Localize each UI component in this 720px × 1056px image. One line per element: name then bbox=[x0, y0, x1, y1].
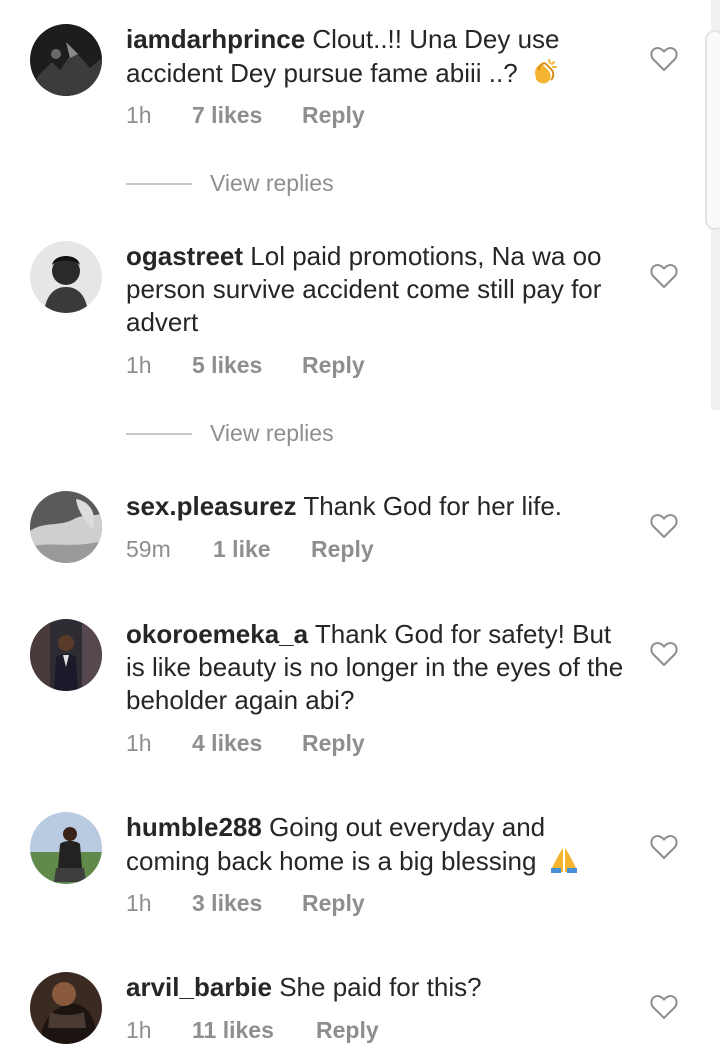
likes-count[interactable]: 4 likes bbox=[192, 730, 262, 757]
avatar[interactable] bbox=[30, 241, 102, 313]
clapping-hands-emoji-icon bbox=[529, 56, 559, 94]
comment-username[interactable]: iamdarhprince bbox=[126, 24, 305, 54]
comment-time: 1h bbox=[126, 102, 152, 128]
comment-meta: 1h 7 likes Reply bbox=[126, 102, 526, 132]
avatar[interactable] bbox=[30, 24, 102, 96]
avatar[interactable] bbox=[30, 619, 102, 691]
view-replies-button[interactable]: View replies bbox=[126, 170, 426, 200]
reply-button[interactable]: Reply bbox=[302, 890, 365, 917]
view-replies-divider bbox=[126, 183, 192, 185]
view-replies-label: View replies bbox=[210, 420, 334, 446]
comment-time: 1h bbox=[126, 352, 152, 378]
like-heart-icon[interactable] bbox=[650, 994, 678, 1020]
comment-item: iamdarhprince Clout..!! Una Dey use acci… bbox=[0, 0, 720, 210]
comment-meta: 59m 1 like Reply bbox=[126, 536, 526, 566]
likes-count[interactable]: 7 likes bbox=[192, 102, 262, 129]
like-heart-icon[interactable] bbox=[650, 46, 678, 72]
like-heart-icon[interactable] bbox=[650, 513, 678, 539]
comment-text: sex.pleasurez Thank God for her life. bbox=[126, 490, 626, 523]
reply-button[interactable]: Reply bbox=[316, 1017, 379, 1044]
like-heart-icon[interactable] bbox=[650, 834, 678, 860]
comment-time: 1h bbox=[126, 730, 152, 756]
comment-meta: 1h 5 likes Reply bbox=[126, 352, 526, 382]
comment-body: Thank God for her life. bbox=[303, 491, 563, 521]
view-replies-button[interactable]: View replies bbox=[126, 420, 426, 450]
folded-hands-emoji-icon bbox=[548, 844, 580, 882]
comment-text: okoroemeka_a Thank God for safety! But i… bbox=[126, 618, 626, 717]
comment-meta: 1h 4 likes Reply bbox=[126, 730, 526, 760]
reply-button[interactable]: Reply bbox=[302, 102, 365, 129]
view-replies-label: View replies bbox=[210, 170, 334, 196]
comment-username[interactable]: ogastreet bbox=[126, 241, 243, 271]
scrollbar-thumb[interactable] bbox=[705, 30, 720, 230]
avatar[interactable] bbox=[30, 812, 102, 884]
comment-username[interactable]: arvil_barbie bbox=[126, 972, 272, 1002]
comment-text: arvil_barbie She paid for this? bbox=[126, 971, 626, 1004]
comment-body: She paid for this? bbox=[279, 972, 482, 1002]
like-heart-icon[interactable] bbox=[650, 641, 678, 667]
reply-button[interactable]: Reply bbox=[311, 536, 374, 563]
avatar[interactable] bbox=[30, 972, 102, 1044]
comment-username[interactable]: humble288 bbox=[126, 812, 262, 842]
comment-username[interactable]: okoroemeka_a bbox=[126, 619, 308, 649]
comment-meta: 1h 3 likes Reply bbox=[126, 890, 526, 920]
comment-time: 1h bbox=[126, 890, 152, 916]
avatar[interactable] bbox=[30, 491, 102, 563]
likes-count[interactable]: 3 likes bbox=[192, 890, 262, 917]
comment-text: iamdarhprince Clout..!! Una Dey use acci… bbox=[126, 23, 626, 94]
comment-text: humble288 Going out everyday and coming … bbox=[126, 811, 626, 882]
comment-username[interactable]: sex.pleasurez bbox=[126, 491, 297, 521]
reply-button[interactable]: Reply bbox=[302, 352, 365, 379]
comment-meta: 1h 11 likes Reply bbox=[126, 1017, 526, 1047]
reply-button[interactable]: Reply bbox=[302, 730, 365, 757]
likes-count[interactable]: 11 likes bbox=[192, 1017, 274, 1044]
comment-time: 59m bbox=[126, 536, 171, 562]
likes-count[interactable]: 5 likes bbox=[192, 352, 262, 379]
comment-text: ogastreet Lol paid promotions, Na wa oo … bbox=[126, 240, 626, 339]
comment-time: 1h bbox=[126, 1017, 152, 1043]
likes-count[interactable]: 1 like bbox=[213, 536, 271, 563]
comments-screen: iamdarhprince Clout..!! Una Dey use acci… bbox=[0, 0, 720, 1056]
view-replies-divider bbox=[126, 433, 192, 435]
like-heart-icon[interactable] bbox=[650, 263, 678, 289]
